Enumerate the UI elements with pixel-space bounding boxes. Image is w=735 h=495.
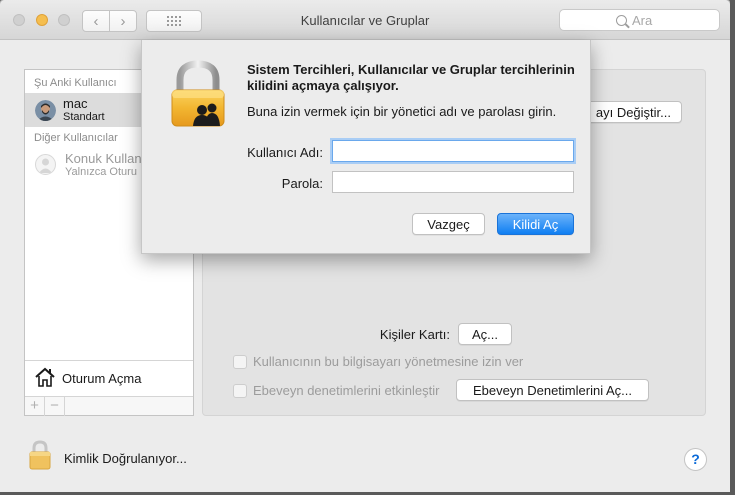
minimize-window-button[interactable] [36,14,48,26]
login-options-label: Oturum Açma [62,371,142,386]
guest-user-role: Yalnızca Oturu [65,166,137,178]
preferences-window: ‹ › Kullanıcılar ve Gruplar Ara Şu Anki … [0,0,730,492]
guest-user-name: Konuk Kullan [65,151,142,166]
help-button[interactable]: ? [684,448,707,471]
unlock-button[interactable]: Kilidi Aç [497,213,574,235]
password-label: Parola: [281,176,323,191]
parental-controls-row[interactable]: Ebeveyn denetimlerini etkinleştir [233,383,439,398]
username-field[interactable] [332,140,574,162]
lock-icon [171,60,225,127]
login-options-item[interactable]: Oturum Açma [25,360,193,395]
dialog-title: Sistem Tercihleri, Kullanıcılar ve Grupl… [247,62,575,93]
username-label: Kullanıcı Adı: [247,145,323,160]
forward-chevron-icon: › [120,12,126,30]
search-icon [616,14,627,26]
allow-admin-label: Kullanıcının bu bilgisayarı yönetmesine … [253,354,524,369]
change-password-button[interactable]: ayı Değiştir... [578,101,682,123]
window-title: Kullanıcılar ve Gruplar [300,13,430,28]
parental-controls-label: Ebeveyn denetimlerini etkinleştir [253,383,440,398]
desktop-background [730,0,735,495]
avatar-icon [35,100,56,121]
password-field[interactable] [332,171,574,193]
remove-user-button[interactable]: − [45,397,65,416]
add-remove-bar: + − [25,396,193,416]
lock-icon[interactable] [28,440,52,470]
allow-admin-checkbox[interactable] [233,354,247,369]
grid-icon [167,16,181,26]
home-icon [35,367,55,387]
zoom-window-button[interactable] [58,14,70,26]
contacts-card-label: Kişiler Kartı: [379,327,450,342]
allow-admin-row[interactable]: Kullanıcının bu bilgisayarı yönetmesine … [233,354,523,369]
other-users-header: Diğer Kullanıcılar [34,132,118,144]
current-user-name: mac [63,96,88,111]
show-all-button[interactable] [146,10,202,32]
search-placeholder: Ara [632,12,653,28]
dialog-message: Buna izin vermek için bir yönetici adı v… [247,104,557,119]
forward-button[interactable]: › [109,10,137,32]
auth-status-text: Kimlik Doğrulanıyor... [64,451,187,466]
authentication-dialog: Sistem Tercihleri, Kullanıcılar ve Grupl… [141,40,591,254]
current-user-header: Şu Anki Kullanıcı [34,77,117,89]
search-field[interactable]: Ara [559,9,720,31]
guest-avatar-icon [35,154,56,175]
open-parental-controls-button[interactable]: Ebeveyn Denetimlerini Aç... [456,379,649,401]
back-button[interactable]: ‹ [82,10,110,32]
add-user-button[interactable]: + [25,397,45,416]
back-chevron-icon: ‹ [93,12,99,30]
close-window-button[interactable] [13,14,25,26]
parental-controls-checkbox[interactable] [233,383,247,398]
title-bar: ‹ › Kullanıcılar ve Gruplar Ara [0,0,730,40]
current-user-role: Standart [63,111,105,123]
open-contacts-button[interactable]: Aç... [458,323,512,345]
cancel-button[interactable]: Vazgeç [412,213,485,235]
